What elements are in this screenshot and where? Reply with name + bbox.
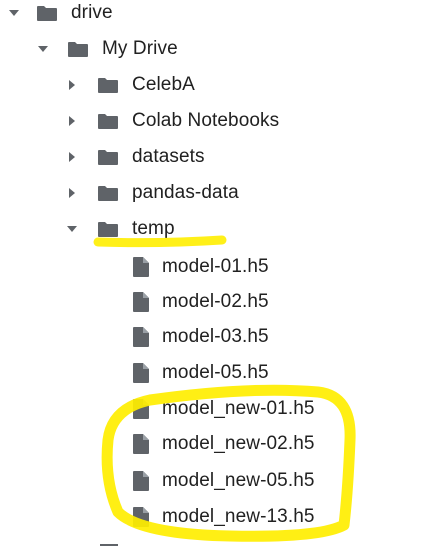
tree-item-label: drive	[71, 2, 113, 23]
tree-item-folder-datasets[interactable]: datasets	[0, 139, 330, 175]
tree-item-drive[interactable]: drive	[0, 0, 200, 31]
tree-item-folder-pandas-data[interactable]: pandas-data	[0, 175, 330, 211]
caret-right-icon[interactable]	[63, 67, 81, 103]
tree-item-label: model-03.h5	[162, 326, 269, 347]
tree-item-label: model_new-01.h5	[162, 398, 315, 419]
folder-icon	[95, 70, 121, 100]
tree-item-file-model-new-02[interactable]: model_new-02.h5	[0, 426, 360, 462]
tree-item-file-model-03[interactable]: model-03.h5	[0, 319, 360, 355]
tree-item-file-model-01[interactable]: model-01.h5	[0, 249, 360, 285]
tree-item-folder-colab-notebooks[interactable]: Colab Notebooks	[0, 103, 330, 139]
tree-item-file-model-05[interactable]: model-05.h5	[0, 355, 360, 391]
tree-item-label: pandas-data	[132, 182, 239, 203]
folder-icon	[95, 178, 121, 208]
tree-item-label: Colab Notebooks	[132, 110, 280, 131]
tree-item-label: temp	[132, 218, 175, 239]
file-icon	[128, 252, 154, 282]
file-tree: drive My Drive CelebA Colab Notebooks da…	[0, 0, 436, 556]
tree-item-label: model_new-13.h5	[162, 506, 315, 527]
caret-right-icon[interactable]	[63, 139, 81, 175]
tree-item-file-model-02[interactable]: model-02.h5	[0, 284, 360, 320]
folder-icon	[65, 34, 91, 64]
folder-icon	[95, 142, 121, 172]
caret-right-icon[interactable]	[63, 175, 81, 211]
file-icon	[128, 466, 154, 496]
file-icon	[128, 429, 154, 459]
file-icon	[128, 287, 154, 317]
tree-item-folder-celeba[interactable]: CelebA	[0, 67, 330, 103]
tree-item-file-model-new-05[interactable]: model_new-05.h5	[0, 463, 360, 499]
tree-item-file-model-new-13[interactable]: model_new-13.h5	[0, 499, 360, 535]
tree-item-label: model_new-02.h5	[162, 433, 315, 454]
tree-item-my-drive[interactable]: My Drive	[0, 31, 260, 67]
file-icon	[128, 358, 154, 388]
file-icon	[128, 502, 154, 532]
folder-icon	[95, 214, 121, 244]
tree-item-file-model-new-01[interactable]: model_new-01.h5	[0, 391, 360, 427]
folder-icon	[34, 0, 60, 28]
file-icon	[128, 322, 154, 352]
caret-down-icon[interactable]	[34, 31, 52, 67]
folder-icon	[95, 106, 121, 136]
next-row-edge	[100, 544, 118, 546]
caret-right-icon[interactable]	[63, 103, 81, 139]
file-icon	[128, 394, 154, 424]
tree-item-label: datasets	[132, 146, 205, 167]
tree-item-label: model-02.h5	[162, 291, 269, 312]
tree-item-label: model-01.h5	[162, 256, 269, 277]
tree-item-label: model_new-05.h5	[162, 470, 315, 491]
tree-item-folder-temp[interactable]: temp	[0, 211, 330, 247]
caret-down-icon[interactable]	[63, 211, 81, 247]
tree-item-label: My Drive	[102, 38, 178, 59]
tree-item-label: model-05.h5	[162, 362, 269, 383]
caret-down-icon[interactable]	[5, 0, 23, 31]
tree-item-label: CelebA	[132, 74, 195, 95]
